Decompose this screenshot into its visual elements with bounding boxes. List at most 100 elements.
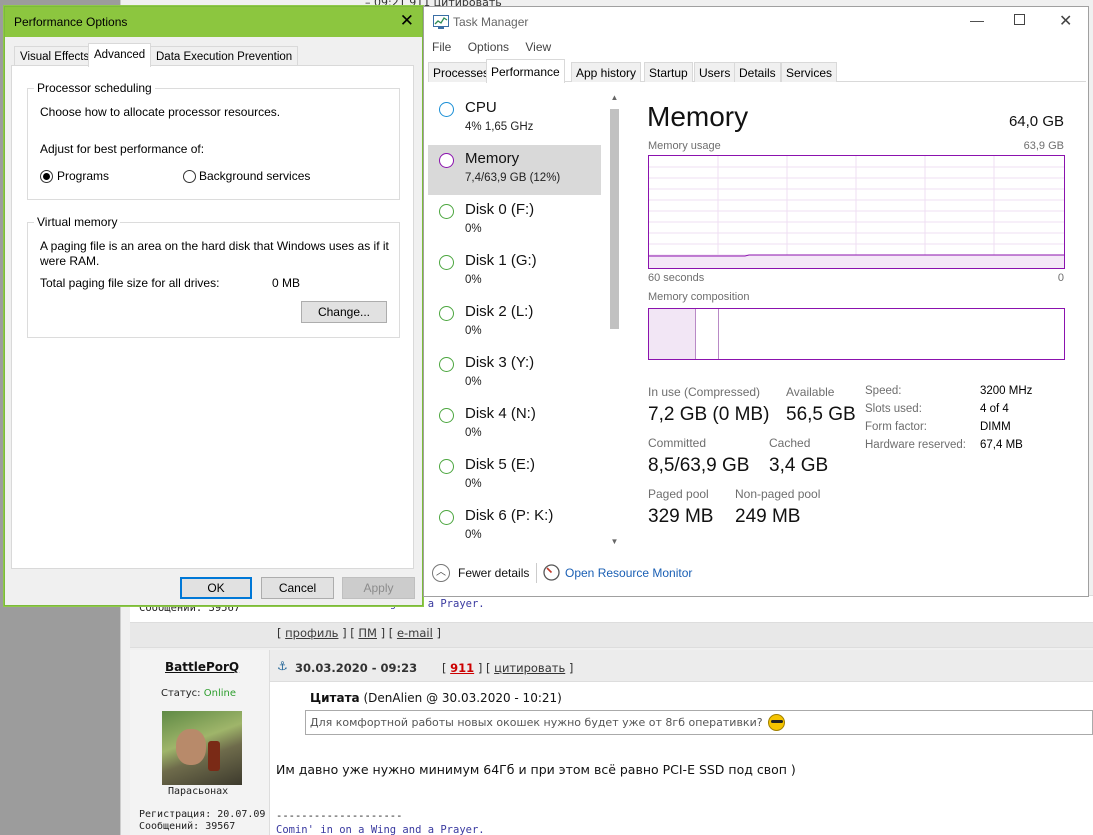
sidebar-scrollbar[interactable]: ▲ ▼	[608, 93, 621, 549]
sidebar-item-disk-6[interactable]: Disk 6 (P: K:) 0%	[428, 502, 601, 552]
performance-options-window: Performance Options ✕ Visual Effects Dat…	[4, 6, 423, 606]
cancel-button[interactable]: Cancel	[261, 577, 334, 599]
sidebar-item-disk-1[interactable]: Disk 1 (G:) 0%	[428, 247, 601, 297]
sidebar-item-disk-5[interactable]: Disk 5 (E:) 0%	[428, 451, 601, 501]
tm-tabbar: Processes Performance App history Startu…	[428, 59, 1086, 83]
tab-details[interactable]: Details	[734, 62, 781, 82]
spec-form-factor-label: Form factor:	[865, 421, 927, 433]
avatar-face	[176, 729, 206, 765]
sidebar-item-sub: 7,4/63,9 GB (12%)	[465, 172, 561, 184]
sidebar-item-name: Disk 1 (G:)	[465, 252, 537, 269]
radio-programs-label[interactable]: Programs	[57, 169, 109, 183]
disk-graph-icon	[439, 459, 454, 474]
post-datetime: 30.03.2020 - 09:23	[295, 661, 418, 675]
status-label: Статус:	[161, 688, 201, 699]
resource-monitor-icon[interactable]	[543, 564, 560, 581]
status-online: Online	[203, 688, 236, 699]
post-registration: Регистрация: 20.07.09	[139, 809, 266, 820]
radio-background-services[interactable]	[183, 170, 196, 183]
tab-visual-effects[interactable]: Visual Effects	[14, 46, 96, 66]
paged-pool-label: Paged pool	[648, 487, 709, 501]
menu-file[interactable]: File	[432, 40, 451, 54]
sidebar-item-name: Disk 5 (E:)	[465, 456, 536, 473]
post-signature: Comin' in on a Wing and a Prayer.	[276, 824, 485, 835]
disk-graph-icon	[439, 306, 454, 321]
change-button[interactable]: Change...	[301, 301, 387, 323]
sidebar-item-name: Disk 4 (N:)	[465, 405, 536, 422]
committed-value: 8,5/63,9 GB	[648, 455, 750, 476]
radio-programs[interactable]	[40, 170, 53, 183]
sidebar-item-name: Disk 2 (L:)	[465, 303, 534, 320]
sidebar-item-name: Memory	[465, 150, 520, 167]
post-number-link[interactable]: 911	[450, 661, 474, 675]
menu-view[interactable]: View	[525, 40, 551, 54]
post-author-link[interactable]: BattlePorQ	[165, 660, 239, 674]
avatar-caption: Парасьонах	[168, 786, 229, 797]
composition-in-use	[649, 309, 696, 359]
scroll-down-icon[interactable]: ▼	[608, 537, 621, 546]
tm-title: Task Manager	[453, 15, 529, 29]
maximize-icon[interactable]	[1014, 14, 1025, 25]
spec-slots-label: Slots used:	[865, 403, 922, 415]
nonpaged-pool-value: 249 MB	[735, 506, 801, 527]
tab-performance[interactable]: Performance	[486, 59, 565, 83]
tm-menubar: File Options View	[432, 40, 564, 54]
sidebar-item-disk-3[interactable]: Disk 3 (Y:) 0%	[428, 349, 601, 399]
processor-scheduling-group: Processor scheduling Choose how to alloc…	[27, 81, 400, 200]
memory-usage-max: 63,9 GB	[1023, 140, 1064, 152]
radio-background-label[interactable]: Background services	[199, 169, 310, 183]
paged-pool-value: 329 MB	[648, 506, 714, 527]
fewer-details-chevron-icon[interactable]: ︿	[432, 564, 450, 582]
memory-graph-icon	[439, 153, 454, 168]
tab-app-history[interactable]: App history	[571, 62, 642, 82]
sidebar-item-name: Disk 3 (Y:)	[465, 354, 535, 371]
close-icon[interactable]: ✕	[1059, 11, 1072, 31]
disk-graph-icon	[439, 204, 454, 219]
sidebar-item-disk-0[interactable]: Disk 0 (F:) 0%	[428, 196, 601, 246]
in-use-label: In use (Compressed)	[648, 385, 761, 399]
avatar-bottle	[208, 741, 220, 771]
tab-data-execution-prevention[interactable]: Data Execution Prevention	[150, 46, 299, 66]
apply-button[interactable]: Apply	[342, 577, 415, 599]
profile-link[interactable]: профиль	[285, 626, 338, 640]
memory-usage-label: Memory usage	[648, 140, 721, 152]
tab-users[interactable]: Users	[694, 62, 736, 82]
radio-selected-dot	[43, 173, 50, 180]
quote-link[interactable]: цитировать	[494, 661, 565, 675]
sidebar-item-cpu[interactable]: CPU 4% 1,65 GHz	[428, 94, 601, 144]
sidebar-item-sub: 0%	[465, 529, 482, 541]
spec-speed-label: Speed:	[865, 385, 902, 397]
sidebar-item-sub: 0%	[465, 376, 482, 388]
minimize-icon[interactable]: —	[970, 12, 984, 28]
virtual-memory-desc: A paging file is an area on the hard dis…	[40, 239, 389, 268]
scroll-up-icon[interactable]: ▲	[608, 93, 621, 102]
paging-total-value: 0 MB	[272, 276, 301, 290]
sidebar-item-memory[interactable]: Memory 7,4/63,9 GB (12%)	[428, 145, 601, 195]
tm-titlebar[interactable]: Task Manager — ✕	[424, 7, 1088, 37]
fewer-details-link[interactable]: Fewer details	[458, 566, 529, 580]
disk-graph-icon	[439, 255, 454, 270]
email-link[interactable]: e-mail	[397, 626, 433, 640]
post-messages: Сообщений: 39567	[139, 821, 236, 832]
po-titlebar[interactable]: Performance Options ✕	[5, 7, 422, 37]
tab-processes[interactable]: Processes	[428, 62, 495, 82]
sidebar-item-disk-2[interactable]: Disk 2 (L:) 0%	[428, 298, 601, 348]
tab-startup[interactable]: Startup	[644, 62, 693, 82]
close-icon[interactable]: ✕	[400, 11, 414, 31]
tab-advanced[interactable]: Advanced	[88, 43, 152, 67]
post-divider: --------------------	[276, 810, 403, 822]
sidebar-item-name: Disk 6 (P: K:)	[465, 507, 554, 524]
open-resource-monitor-link[interactable]: Open Resource Monitor	[565, 566, 692, 580]
spec-hw-reserved-label: Hardware reserved:	[865, 439, 966, 451]
adjust-label: Adjust for best performance of:	[40, 142, 205, 156]
scrollbar-thumb[interactable]	[610, 109, 619, 329]
virtual-memory-group: Virtual memory A paging file is an area …	[27, 215, 400, 338]
pm-link[interactable]: ПМ	[358, 626, 377, 640]
ok-button[interactable]: OK	[180, 577, 252, 599]
sidebar-item-disk-4[interactable]: Disk 4 (N:) 0%	[428, 400, 601, 450]
anchor-icon[interactable]: ⚓	[277, 659, 288, 673]
menu-options[interactable]: Options	[468, 40, 509, 54]
tab-services[interactable]: Services	[781, 62, 838, 82]
spec-hw-reserved-value: 67,4 MB	[980, 439, 1023, 451]
user-avatar[interactable]	[162, 711, 242, 785]
